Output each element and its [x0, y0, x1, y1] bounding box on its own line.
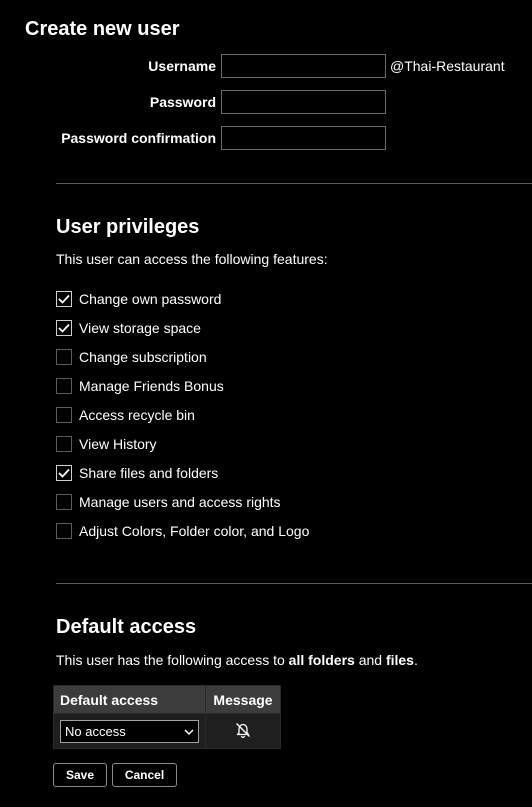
username-domain-suffix: @Thai-Restaurant [390, 58, 505, 74]
checkmark-icon [58, 294, 70, 304]
checkmark-icon [58, 323, 70, 333]
description-all-folders: all folders [288, 652, 355, 668]
privilege-label: Share files and folders [79, 464, 219, 481]
privilege-checkbox[interactable] [56, 377, 72, 394]
privilege-label: Change subscription [79, 348, 207, 365]
chevron-down-icon [184, 724, 194, 739]
password-input[interactable] [221, 90, 386, 114]
privilege-label: Access recycle bin [79, 406, 195, 423]
description-prefix: This user has the following access to [56, 652, 289, 668]
column-header-message: Message [205, 685, 281, 714]
privilege-label: View History [79, 435, 157, 452]
privilege-checkbox[interactable] [56, 435, 72, 452]
default-access-table: Default access Message No access [53, 685, 281, 749]
description-and: and [354, 652, 386, 668]
privilege-label: Change own password [79, 290, 222, 307]
message-cell [205, 713, 281, 749]
privilege-item[interactable]: Manage Friends Bonus [56, 371, 309, 400]
default-access-select-value: No access [65, 723, 126, 739]
checkmark-icon [58, 468, 70, 478]
privileges-title: User privileges [56, 216, 200, 238]
privilege-item[interactable]: View History [56, 429, 309, 458]
default-access-select[interactable]: No access [60, 719, 199, 743]
default-access-cell: No access [53, 713, 206, 749]
save-button[interactable]: Save [53, 763, 107, 787]
privilege-item[interactable]: Share files and folders [56, 458, 309, 487]
table-row: No access [53, 713, 281, 749]
bell-off-icon[interactable] [233, 720, 253, 743]
column-header-default-access: Default access [53, 685, 206, 714]
password-label: Password [149, 94, 216, 110]
page-title: Create new user [25, 18, 180, 40]
username-row: Username @Thai-Restaurant [0, 54, 532, 78]
privilege-label: Manage Friends Bonus [79, 377, 224, 394]
password-confirmation-input[interactable] [221, 126, 386, 150]
description-end: . [413, 652, 418, 668]
password-confirmation-row: Password confirmation [0, 126, 532, 150]
privilege-checkbox[interactable] [56, 464, 72, 481]
privilege-checkbox[interactable] [56, 522, 72, 539]
privilege-item[interactable]: Change subscription [56, 342, 309, 371]
privilege-item[interactable]: Change own password [56, 284, 309, 313]
privilege-label: Manage users and access rights [79, 493, 281, 510]
password-row: Password [0, 90, 532, 114]
privilege-checkbox[interactable] [56, 406, 72, 423]
password-confirmation-label: Password confirmation [61, 130, 216, 146]
privilege-item[interactable]: Access recycle bin [56, 400, 309, 429]
privilege-item[interactable]: Adjust Colors, Folder color, and Logo [56, 516, 309, 545]
privilege-item[interactable]: Manage users and access rights [56, 487, 309, 516]
privilege-checkbox[interactable] [56, 348, 72, 365]
description-files: files [385, 652, 414, 668]
username-label: Username [148, 58, 216, 74]
privilege-checkbox[interactable] [56, 493, 72, 510]
divider [56, 183, 532, 184]
privilege-checkbox[interactable] [56, 319, 72, 336]
privileges-list: Change own password View storage space Cha… [56, 284, 309, 545]
divider [56, 583, 532, 584]
privilege-label: Adjust Colors, Folder color, and Logo [79, 522, 310, 539]
privileges-description: This user can access the following featu… [56, 251, 328, 267]
table-header-row: Default access Message [53, 685, 281, 714]
default-access-description: This user has the following access to al… [56, 652, 418, 668]
create-user-page: Create new user Username @Thai-Restauran… [0, 0, 532, 807]
privilege-checkbox[interactable] [56, 290, 72, 307]
privilege-label: View storage space [79, 319, 201, 336]
cancel-button[interactable]: Cancel [112, 763, 177, 787]
username-input[interactable] [221, 54, 386, 78]
default-access-title: Default access [56, 616, 197, 638]
privilege-item[interactable]: View storage space [56, 313, 309, 342]
